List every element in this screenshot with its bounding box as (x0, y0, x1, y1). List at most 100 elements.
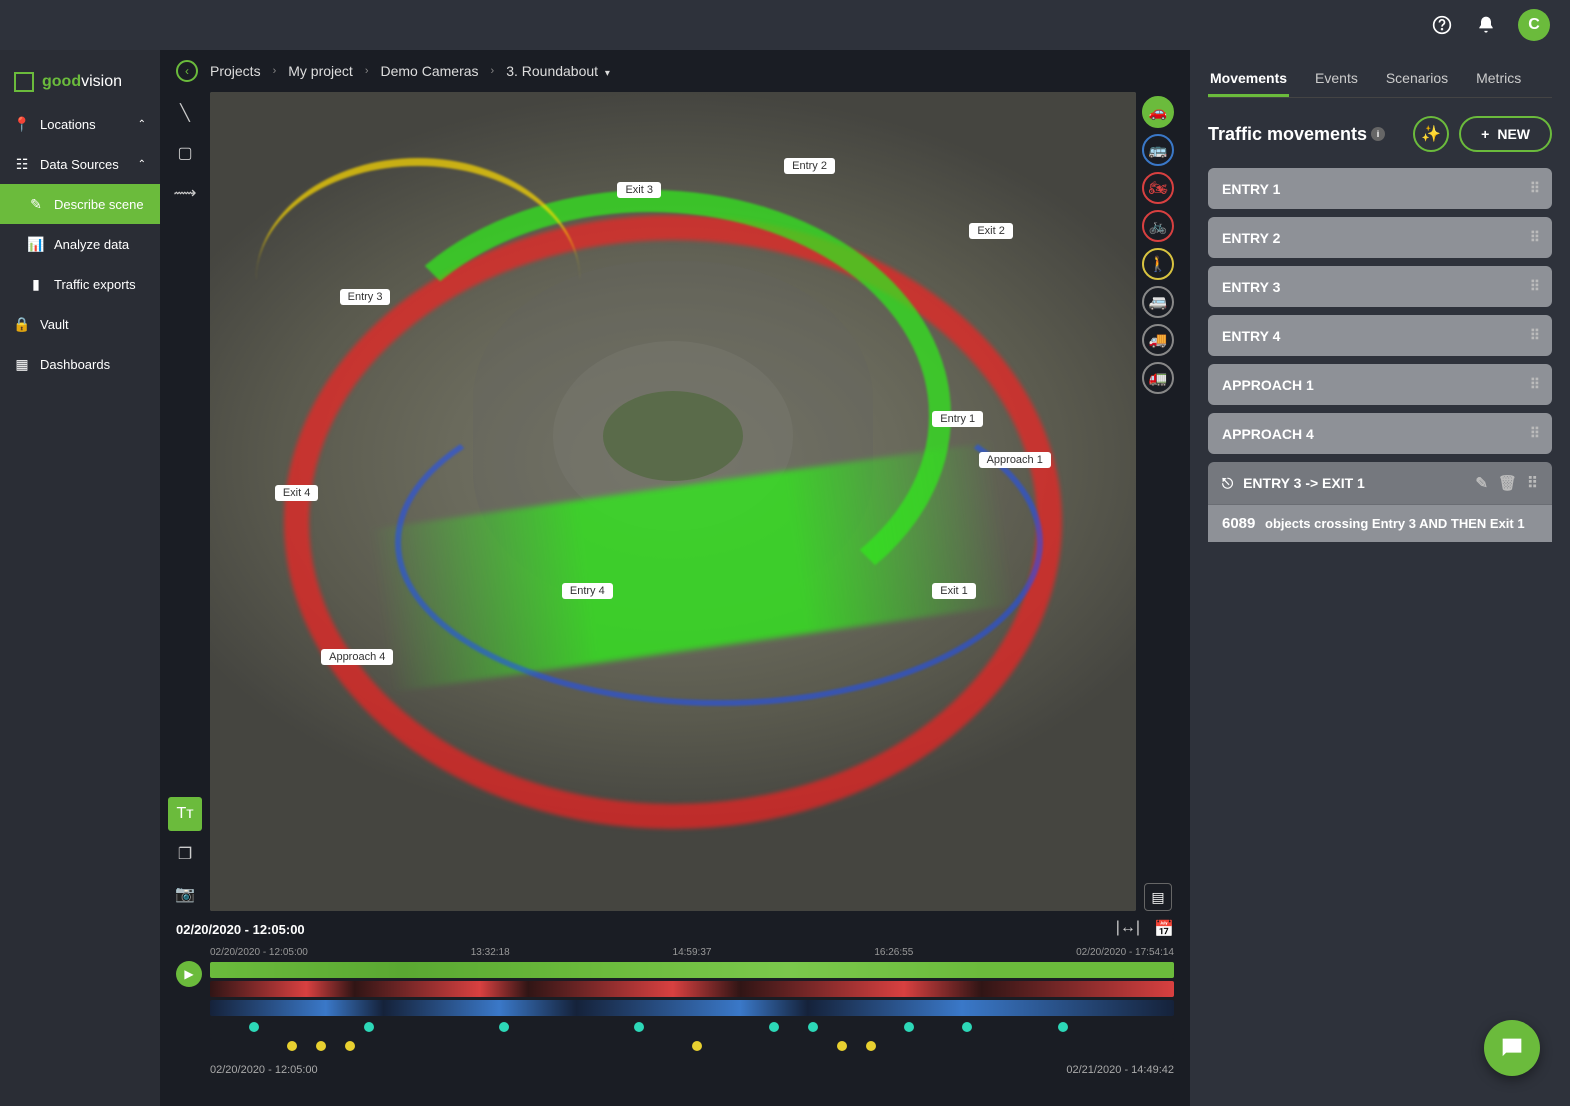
movement-item[interactable]: APPROACH 1⠿ (1208, 364, 1552, 405)
camera-tool[interactable]: 📷 (168, 877, 202, 911)
line-tool[interactable]: ╲ (168, 96, 202, 130)
tick: 16:26:55 (874, 947, 913, 958)
right-panel: Movements Events Scenarios Metrics Traff… (1190, 50, 1570, 1106)
cat-pedestrian-icon[interactable]: 🚶 (1142, 248, 1174, 280)
tick: 02/20/2020 - 12:05:00 (210, 947, 308, 958)
play-button[interactable]: ▶ (176, 961, 202, 987)
tab-metrics[interactable]: Metrics (1474, 62, 1523, 97)
cat-bus-icon[interactable]: 🚌 (1142, 134, 1174, 166)
label-exit2[interactable]: Exit 2 (969, 223, 1013, 239)
grip-icon: ⠿ (1530, 425, 1538, 442)
nav-label: Data Sources (40, 157, 119, 172)
file-icon: ▮ (28, 276, 44, 292)
nav-label: Dashboards (40, 357, 110, 372)
nav-traffic-exports[interactable]: ▮ Traffic exports (0, 264, 160, 304)
track-pedestrian[interactable] (210, 1038, 1174, 1054)
movement-item[interactable]: ENTRY 3⠿ (1208, 266, 1552, 307)
bc-my-project[interactable]: My project (288, 63, 353, 79)
database-icon: ☷ (14, 156, 30, 172)
movement-item[interactable]: ENTRY 4⠿ (1208, 315, 1552, 356)
movement-count: 6089 (1222, 515, 1255, 532)
grip-icon: ⠿ (1530, 376, 1538, 393)
collapse-panel-icon[interactable]: ▤ (1144, 883, 1172, 911)
plus-icon: + (1481, 126, 1489, 142)
cat-van-icon[interactable]: 🚐 (1142, 286, 1174, 318)
nav-analyze-data[interactable]: 📊 Analyze data (0, 224, 160, 264)
left-toolbar: ╲ ▢ ⟿ Tᴛ ❐ 📷 (168, 92, 204, 911)
movement-item[interactable]: ENTRY 1⠿ (1208, 168, 1552, 209)
track-car[interactable] (210, 962, 1174, 978)
nav-vault[interactable]: 🔒 Vault (0, 304, 160, 344)
chart-icon: 📊 (28, 236, 44, 252)
pencil-icon: ✎ (28, 196, 44, 212)
tick: 02/20/2020 - 17:54:14 (1076, 947, 1174, 958)
track-motorcycle[interactable] (210, 981, 1174, 997)
movement-item[interactable]: ENTRY 2⠿ (1208, 217, 1552, 258)
area-tool[interactable]: ▢ (168, 136, 202, 170)
trajectory-tool[interactable]: ⟿ (168, 176, 202, 210)
tab-scenarios[interactable]: Scenarios (1384, 62, 1450, 97)
timeline-current: 02/20/2020 - 12:05:00 (176, 922, 305, 937)
cat-car-icon[interactable]: 🚗 (1142, 96, 1174, 128)
nav-dashboards[interactable]: ▦ Dashboards (0, 344, 160, 384)
bc-roundabout[interactable]: 3. Roundabout ▾ (506, 63, 610, 79)
chevron-right-icon: › (491, 65, 495, 77)
edit-icon[interactable]: ✎ (1475, 474, 1488, 492)
nav-describe-scene[interactable]: ✎ Describe scene (0, 184, 160, 224)
logo: goodvision (0, 60, 160, 104)
cat-trailer-icon[interactable]: 🚛 (1142, 362, 1174, 394)
cat-bicycle-icon[interactable]: 🚲 (1142, 210, 1174, 242)
label-exit1[interactable]: Exit 1 (932, 583, 976, 599)
text-tool[interactable]: Tᴛ (168, 797, 202, 831)
new-button[interactable]: +NEW (1459, 116, 1552, 152)
fit-width-icon[interactable]: |↔| (1116, 919, 1140, 939)
grip-icon: ⠿ (1530, 327, 1538, 344)
chat-fab[interactable] (1484, 1020, 1540, 1076)
tab-movements[interactable]: Movements (1208, 62, 1289, 97)
breadcrumb: ‹ Projects › My project › Demo Cameras ›… (160, 50, 1190, 92)
nav-locations[interactable]: 📍 Locations ⌃ (0, 104, 160, 144)
tick: 13:32:18 (471, 947, 510, 958)
label-entry2[interactable]: Entry 2 (784, 158, 835, 174)
back-button[interactable]: ‹ (176, 60, 198, 82)
chevron-up-icon: ⌃ (138, 119, 146, 130)
track-bus[interactable] (210, 1000, 1174, 1016)
chevron-up-icon: ⌃ (138, 159, 146, 170)
bell-icon[interactable] (1474, 13, 1498, 37)
sidebar: goodvision 📍 Locations ⌃ ☷ Data Sources … (0, 50, 160, 1106)
cat-truck-icon[interactable]: 🚚 (1142, 324, 1174, 356)
nav-label: Describe scene (54, 197, 144, 212)
clone-tool[interactable]: ❐ (168, 837, 202, 871)
label-approach4[interactable]: Approach 4 (321, 649, 393, 665)
label-entry1[interactable]: Entry 1 (932, 411, 983, 427)
delete-icon[interactable]: 🗑 (1498, 474, 1517, 492)
cat-motorcycle-icon[interactable]: 🏍 (1142, 172, 1174, 204)
label-approach1[interactable]: Approach 1 (979, 452, 1051, 468)
magic-wand-button[interactable]: ✨ (1413, 116, 1449, 152)
scene-viewer[interactable]: Entry 2 Exit 3 Exit 2 Entry 3 Entry 1 Ap… (210, 92, 1136, 911)
movement-title: ENTRY 3 -> EXIT 1 (1243, 475, 1465, 491)
avatar[interactable]: C (1518, 9, 1550, 41)
label-exit4[interactable]: Exit 4 (275, 485, 319, 501)
logo-text-good: good (42, 73, 81, 90)
help-icon[interactable] (1430, 13, 1454, 37)
movement-item[interactable]: APPROACH 4⠿ (1208, 413, 1552, 454)
tab-events[interactable]: Events (1313, 62, 1360, 97)
bc-projects[interactable]: Projects (210, 63, 261, 79)
timeline-ticks: 02/20/2020 - 12:05:00 13:32:18 14:59:37 … (210, 947, 1174, 958)
movement-item-selected[interactable]: ⎋ ENTRY 3 -> EXIT 1 ✎ 🗑 ⠿ 6089 objects c… (1208, 462, 1552, 542)
info-icon[interactable]: i (1371, 127, 1385, 141)
nav-label: Traffic exports (54, 277, 136, 292)
label-entry4[interactable]: Entry 4 (562, 583, 613, 599)
movement-desc: objects crossing Entry 3 AND THEN Exit 1 (1265, 516, 1525, 531)
track-bicycle[interactable] (210, 1019, 1174, 1035)
label-entry3[interactable]: Entry 3 (340, 289, 391, 305)
nav-data-sources[interactable]: ☷ Data Sources ⌃ (0, 144, 160, 184)
bc-demo-cameras[interactable]: Demo Cameras (381, 63, 479, 79)
chevron-right-icon: › (365, 65, 369, 77)
grip-icon: ⠿ (1530, 180, 1538, 197)
timeline-range-end: 02/21/2020 - 14:49:42 (1066, 1064, 1174, 1076)
calendar-icon[interactable]: 📅 (1154, 919, 1174, 939)
label-exit3[interactable]: Exit 3 (617, 182, 661, 198)
movement-detail: 6089 objects crossing Entry 3 AND THEN E… (1208, 504, 1552, 542)
